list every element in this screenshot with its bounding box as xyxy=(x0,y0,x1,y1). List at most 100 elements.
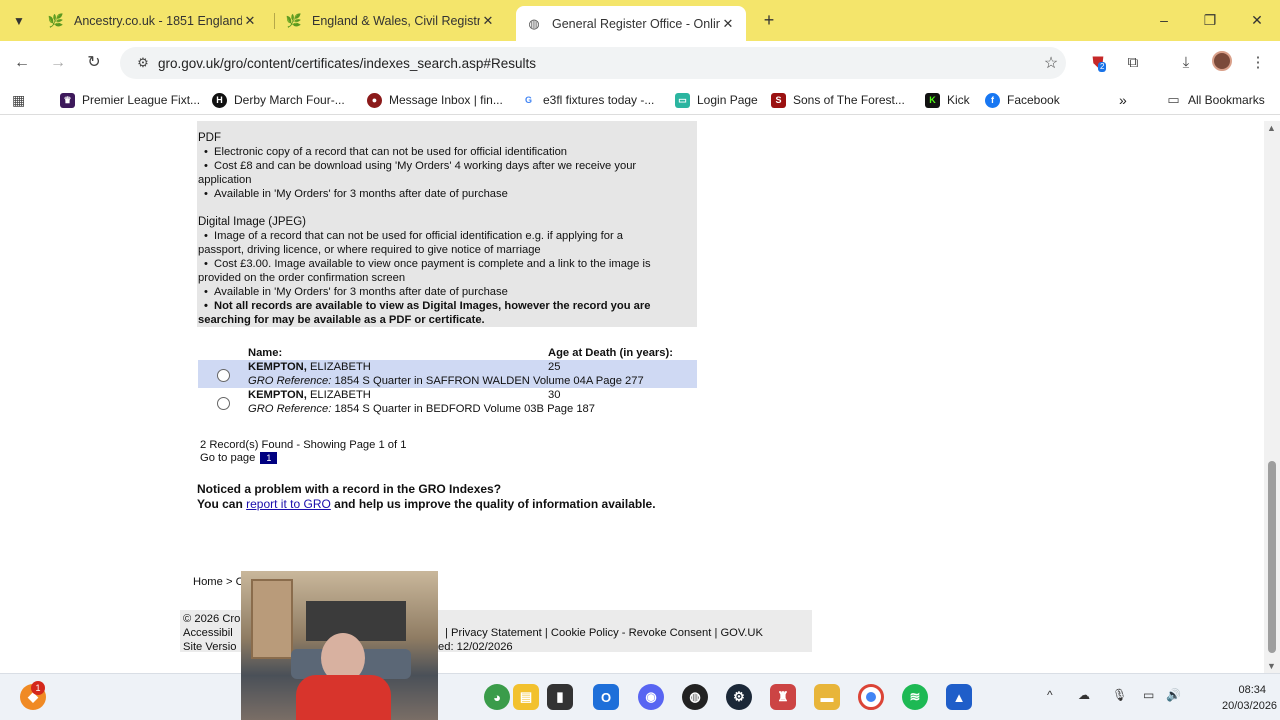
onedrive-cloud-icon[interactable]: ☁ xyxy=(1078,688,1090,702)
bookmark-label: Kick xyxy=(947,93,970,107)
extensions-puzzle-icon[interactable]: ⧉ xyxy=(1121,51,1145,75)
jpeg-item-text: provided on the order confirmation scree… xyxy=(198,272,406,284)
system-clock[interactable]: 08:34 20/03/2026 xyxy=(1222,682,1278,714)
forename: ELIZABETH xyxy=(309,389,371,401)
spotify-icon[interactable]: ≋ xyxy=(902,684,928,710)
reload-icon[interactable]: ↻ xyxy=(82,51,106,75)
file-explorer-folder-icon[interactable]: ▤ xyxy=(513,684,539,710)
apps-grid-icon[interactable]: ▦ xyxy=(12,91,25,109)
scroll-up-icon[interactable]: ▲ xyxy=(1267,123,1276,133)
result-radio[interactable] xyxy=(217,397,230,410)
page-1-button[interactable]: 1 xyxy=(260,452,278,464)
url-text[interactable]: gro.gov.uk/gro/content/certificates/inde… xyxy=(158,56,1036,71)
bookmark-label: Message Inbox | fin... xyxy=(389,93,503,107)
breadcrumb[interactable]: Home > C xyxy=(193,576,244,588)
minimize-icon[interactable]: – xyxy=(1152,8,1176,32)
webcam-door xyxy=(251,579,293,659)
address-bar[interactable]: ⚙ gro.gov.uk/gro/content/certificates/in… xyxy=(120,47,1066,79)
report-it-link[interactable]: report it to GRO xyxy=(246,497,331,511)
app-circle-icon[interactable]: ◍ xyxy=(682,684,708,710)
pdf-item-text: Available in 'My Orders' for 3 months af… xyxy=(214,188,508,200)
close-icon[interactable]: ✕ xyxy=(480,13,496,29)
accessibility-link[interactable]: Accessibil xyxy=(183,626,233,640)
result-name: KEMPTON, ELIZABETH xyxy=(248,389,371,401)
app-black-icon[interactable]: ▮ xyxy=(547,684,573,710)
bookmark-sons-forest[interactable]: S Sons of The Forest... xyxy=(771,91,905,109)
result-radio[interactable] xyxy=(217,369,230,382)
outlook-icon[interactable]: O xyxy=(593,684,619,710)
forename: ELIZABETH xyxy=(309,361,371,373)
forward-arrow-icon[interactable]: → xyxy=(46,51,70,75)
page-scrollbar[interactable]: ▲ ▼ xyxy=(1264,121,1280,673)
tab-civil-registration[interactable]: 🌿 England & Wales, Civil Registrat ✕ xyxy=(276,6,506,36)
extension-badge: 2 xyxy=(1098,62,1107,72)
ancestry-leaf-icon: 🌿 xyxy=(285,13,303,28)
extension-shield-icon[interactable]: ⛊2 xyxy=(1086,51,1110,75)
steam-icon[interactable]: ⚙ xyxy=(726,684,752,710)
profile-avatar[interactable] xyxy=(1212,51,1232,71)
result-row[interactable]: KEMPTON, ELIZABETH 25 GRO Reference: 185… xyxy=(198,360,697,388)
all-bookmarks-label: All Bookmarks xyxy=(1188,93,1265,107)
bookmark-login-page[interactable]: ▭ Login Page xyxy=(675,91,758,109)
new-tab-plus-icon[interactable]: + xyxy=(758,9,780,31)
pdf-item: • Electronic copy of a record that can no… xyxy=(204,146,568,158)
sons-forest-icon: S xyxy=(771,92,786,108)
download-icon[interactable]: ⤓ xyxy=(1174,51,1198,75)
widgets-icon[interactable]: ◕ xyxy=(484,684,510,710)
tab-title: General Register Office - Online xyxy=(552,16,720,31)
pdf-item: • Cost £8 and can be download using 'My O… xyxy=(204,160,637,172)
jpeg-item-text: Image of a record that can not be used f… xyxy=(214,230,624,242)
bookmark-premier-league[interactable]: ♛ Premier League Fixt... xyxy=(60,91,200,109)
site-info-icon[interactable]: ⚙ xyxy=(130,55,156,71)
app-blue-icon[interactable]: ▲ xyxy=(946,684,972,710)
tab-title: England & Wales, Civil Registrat xyxy=(312,14,480,28)
folder-icon[interactable]: ▬ xyxy=(814,684,840,710)
tab-gro[interactable]: ◍ General Register Office - Online ✕ xyxy=(516,6,746,41)
login-icon: ▭ xyxy=(675,92,690,108)
page-content: PDF • Electronic copy of a record that ca… xyxy=(0,121,1264,673)
more-bookmarks-chevron-icon[interactable]: » xyxy=(1119,91,1127,109)
webcam-overlay xyxy=(241,571,438,720)
jpeg-item: • Not all records are available to view a… xyxy=(204,300,651,312)
app-game-icon[interactable]: ♜ xyxy=(770,684,796,710)
footer-links[interactable]: | Privacy Statement | Cookie Policy - Re… xyxy=(445,626,763,640)
tab-search-chevron-icon[interactable]: ▼ xyxy=(8,10,30,32)
microphone-icon[interactable]: 🎙 xyxy=(1112,688,1127,702)
bookmark-kick[interactable]: K Kick xyxy=(925,91,970,109)
clock-time: 08:34 xyxy=(1238,684,1266,696)
restore-icon[interactable]: ❐ xyxy=(1198,8,1222,32)
volume-icon[interactable]: 🔊 xyxy=(1166,688,1181,702)
bookmark-derby[interactable]: H Derby March Four-... xyxy=(212,91,345,109)
chrome-icon[interactable] xyxy=(858,684,884,710)
back-arrow-icon[interactable]: ← xyxy=(10,51,34,75)
webcam-shelf xyxy=(306,601,406,641)
network-icon[interactable]: ▭ xyxy=(1143,688,1154,702)
close-icon[interactable]: ✕ xyxy=(720,16,736,32)
tab-ancestry[interactable]: 🌿 Ancestry.co.uk - 1851 England ( ✕ xyxy=(38,6,268,36)
window-close-icon[interactable]: ✕ xyxy=(1245,8,1269,32)
result-age: 25 xyxy=(548,361,561,373)
bookmark-star-icon[interactable]: ☆ xyxy=(1036,53,1066,73)
close-icon[interactable]: ✕ xyxy=(242,13,258,29)
folder-icon: ▭ xyxy=(1167,92,1180,107)
bookmarks-bar: ▦ ♛ Premier League Fixt... H Derby March F… xyxy=(0,85,1280,115)
bookmark-label: Facebook xyxy=(1007,93,1060,107)
jpeg-item-text: searching for may be available as a PDF … xyxy=(198,314,485,326)
scroll-down-icon[interactable]: ▼ xyxy=(1267,661,1276,671)
bookmark-facebook[interactable]: f Facebook xyxy=(985,91,1060,109)
ref-label: GRO Reference: xyxy=(248,403,332,415)
discord-icon[interactable]: ◉ xyxy=(638,684,664,710)
scrollbar-thumb[interactable] xyxy=(1268,461,1276,653)
menu-kebab-icon[interactable]: ⋮ xyxy=(1246,51,1270,75)
result-row[interactable]: KEMPTON, ELIZABETH 30 GRO Reference: 185… xyxy=(198,388,697,416)
ref-value: 1854 S Quarter in SAFFRON WALDEN Volume … xyxy=(334,375,644,387)
h-logo-icon: H xyxy=(212,92,227,108)
ancestry-leaf-icon: 🌿 xyxy=(47,13,65,28)
all-bookmarks[interactable]: ▭ All Bookmarks xyxy=(1166,91,1265,109)
last-updated-text: ed: 12/02/2026 xyxy=(438,641,513,653)
bookmark-e3fl[interactable]: Ge3fl fixtures today -... xyxy=(521,91,654,109)
clock-date: 20/03/2026 xyxy=(1222,700,1278,712)
bookmark-message-inbox[interactable]: ● Message Inbox | fin... xyxy=(367,91,503,109)
tray-chevron-icon[interactable]: ^ xyxy=(1047,688,1053,702)
go-to-page-label: Go to page xyxy=(200,452,256,464)
